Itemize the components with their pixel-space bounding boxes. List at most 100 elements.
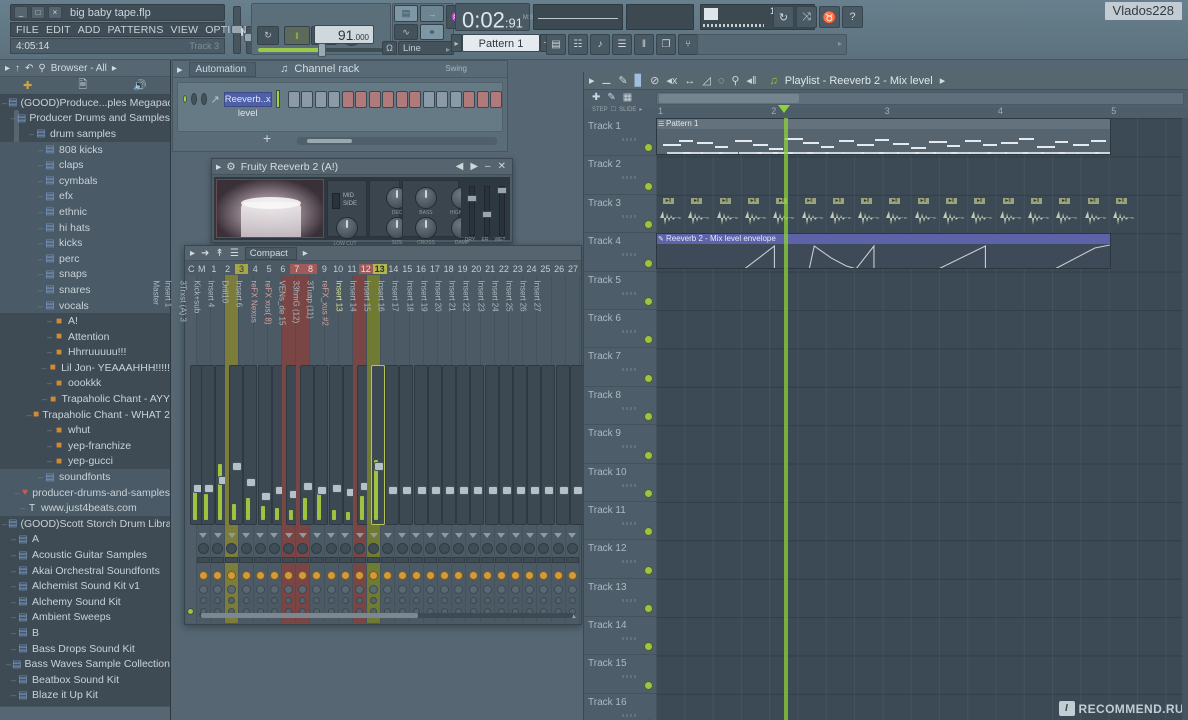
mixer-control-row[interactable] <box>452 543 465 554</box>
send-knob[interactable] <box>482 585 492 594</box>
pan-knob[interactable] <box>297 543 309 554</box>
mixer-control-row[interactable] <box>239 557 253 563</box>
route-dot[interactable] <box>341 597 349 604</box>
mixer-control-row[interactable] <box>494 557 508 563</box>
mixer-control-row[interactable] <box>537 571 550 580</box>
playlist-track-header[interactable]: Track 12 <box>584 540 656 579</box>
mixer-control-row[interactable] <box>324 557 338 563</box>
route-dot[interactable] <box>199 597 207 604</box>
send-knob[interactable] <box>496 571 506 580</box>
step-button[interactable] <box>436 90 448 108</box>
mixer-control-row[interactable] <box>466 597 479 604</box>
microphone-icon[interactable]: ♉ <box>819 6 840 28</box>
song-mode-button[interactable]: → <box>420 5 444 22</box>
step-button[interactable] <box>314 90 327 108</box>
mixer-track-number[interactable]: 27 <box>566 264 580 274</box>
mixer-control-row[interactable] <box>424 533 437 538</box>
mixer-control-row[interactable] <box>296 543 309 554</box>
mixer-control-row[interactable] <box>338 557 352 563</box>
mixer-control-row[interactable] <box>367 557 381 563</box>
mixer-track-number[interactable]: 22 <box>497 264 511 274</box>
paint-icon[interactable]: ▊ <box>635 74 643 87</box>
effect-slot[interactable] <box>395 557 409 563</box>
mixer-track-number[interactable]: 23 <box>511 264 525 274</box>
mixer-track-number[interactable]: 20 <box>469 264 483 274</box>
track-enable-led[interactable] <box>644 642 653 652</box>
routing-icon[interactable]: ☰ <box>230 248 239 259</box>
mixer-track-number[interactable]: 5 <box>262 264 276 274</box>
mixer-control-row[interactable] <box>566 585 579 594</box>
effect-slot[interactable] <box>324 557 338 563</box>
preset-prev-icon[interactable]: ◀ <box>456 161 464 172</box>
send-knob[interactable] <box>369 571 379 580</box>
send-knob[interactable] <box>454 571 464 580</box>
mixer-control-row[interactable] <box>281 557 296 563</box>
send-knob[interactable] <box>255 585 265 594</box>
route-dot[interactable] <box>398 597 406 604</box>
send-knob[interactable] <box>511 585 521 594</box>
browser-item[interactable]: – ▤ snaps <box>0 266 170 283</box>
mixer-control-row[interactable] <box>211 585 224 594</box>
mixer-control-row[interactable] <box>211 597 224 604</box>
mixer-control-row[interactable] <box>481 533 494 538</box>
preset-next-icon[interactable]: ▶ <box>470 161 478 172</box>
effect-slot[interactable] <box>196 557 211 563</box>
piano-roll-icon[interactable]: ♪ <box>590 33 610 55</box>
minimize-button[interactable]: _ <box>14 6 28 19</box>
browser-item[interactable]: – ▤ (GOOD)Produce...ples Megapack <box>0 95 170 111</box>
playlist-track-header[interactable]: Track 11 <box>584 502 656 541</box>
playlist-track-header[interactable]: Track 5 <box>584 272 656 310</box>
mixer-track-number[interactable]: 16 <box>414 264 428 274</box>
effect-slot[interactable] <box>494 557 508 563</box>
route-dot[interactable] <box>554 597 562 604</box>
pattern-selector[interactable]: Pattern 1 <box>462 34 540 52</box>
pan-knob[interactable] <box>268 543 280 554</box>
mixer-control-row[interactable] <box>495 533 508 538</box>
piano-icon[interactable]: ▦ <box>623 92 632 103</box>
pan-knob[interactable] <box>339 543 351 554</box>
mute-icon[interactable]: ◂x <box>666 74 677 87</box>
mixer-control-row[interactable] <box>225 571 238 580</box>
mixer-control-row[interactable] <box>481 543 494 554</box>
track-enable-led[interactable] <box>644 181 653 191</box>
step-button[interactable] <box>328 90 340 108</box>
mixer-control-row[interactable] <box>395 571 408 580</box>
route-dot[interactable] <box>441 597 449 604</box>
route-dot[interactable] <box>356 597 364 604</box>
pan-knob[interactable] <box>197 543 209 554</box>
mixer-track-number[interactable]: 26 <box>552 264 566 274</box>
sample-clip[interactable]: ▸‖ <box>1084 196 1111 231</box>
browser-item[interactable]: – ■ Trapaholic Chant - AYY <box>0 391 170 407</box>
step-button[interactable] <box>287 90 300 108</box>
mixer-icon[interactable]: ‖ <box>634 33 654 55</box>
mixer-control-row[interactable] <box>395 533 408 538</box>
effect-slot[interactable] <box>296 557 310 563</box>
mixer-control-row[interactable] <box>310 543 323 554</box>
browser-item[interactable]: – ▤ ethnic <box>0 204 170 220</box>
cross-knob[interactable] <box>414 217 437 239</box>
send-knob[interactable] <box>411 571 421 580</box>
browser-item[interactable]: – Twww.just4beats.com <box>0 500 170 517</box>
mixer-control-row[interactable] <box>254 597 267 604</box>
chevron-down-icon[interactable] <box>213 533 222 538</box>
mixer-control-row[interactable] <box>509 533 522 538</box>
mixer-control-row[interactable] <box>268 571 281 580</box>
step-sequencer-grid[interactable] <box>287 90 502 108</box>
mixer-control-row[interactable] <box>239 597 252 604</box>
step-button[interactable] <box>395 90 408 108</box>
mixer-control-row[interactable] <box>452 533 465 538</box>
mixer-control-row[interactable] <box>509 597 522 604</box>
loop-mode-button[interactable]: ↻ <box>257 26 279 45</box>
mixer-control-row[interactable] <box>211 543 224 554</box>
sample-clip[interactable]: ▸‖ <box>858 196 884 231</box>
mixer-control-row[interactable] <box>367 543 380 554</box>
browser-item[interactable]: – ▤ Acoustic Guitar Samples <box>0 547 170 563</box>
scroll-thumb[interactable] <box>201 613 418 618</box>
er-fader[interactable] <box>482 186 492 236</box>
mixer-control-row[interactable] <box>537 597 550 604</box>
step-button[interactable] <box>409 90 421 108</box>
mixer-control-row[interactable] <box>282 585 295 594</box>
effect-slot[interactable] <box>480 557 494 563</box>
playlist-vscrollbar[interactable] <box>1182 118 1188 720</box>
mixer-control-row[interactable] <box>537 585 550 594</box>
